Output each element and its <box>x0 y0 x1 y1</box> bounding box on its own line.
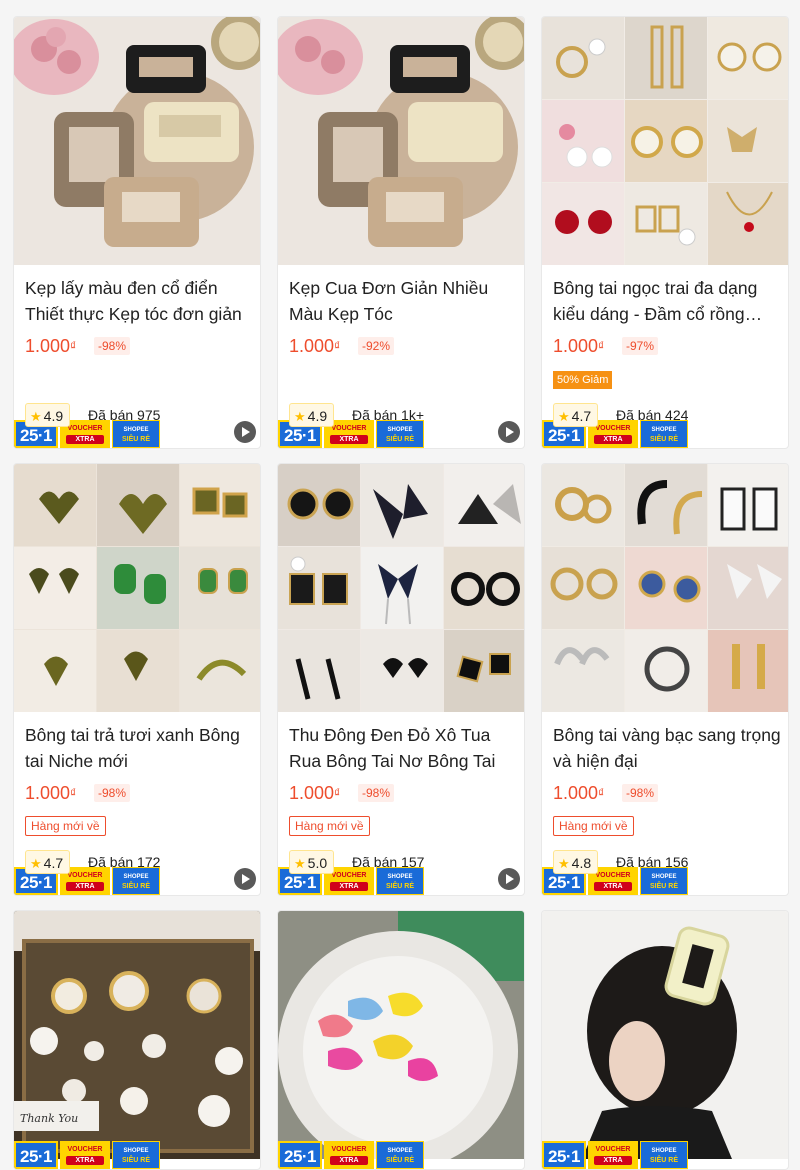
sold-count: Đã bán 424 <box>616 407 689 423</box>
rating-badge: ★ 4.7 <box>553 403 599 427</box>
product-image[interactable] <box>542 911 788 1159</box>
product-price: 1.000₫ <box>25 783 77 803</box>
product-image[interactable] <box>542 464 788 712</box>
product-title[interactable]: Thu Đông Đen Đỏ Xô Tua Rua Bông Tai Nơ B… <box>289 722 517 774</box>
discount-badge: -97% <box>622 337 659 355</box>
promo-badges: 25·1 VOUCHER XTRA SHOPEE SIÊU RẺ <box>278 1139 524 1169</box>
product-image[interactable] <box>278 464 524 712</box>
star-icon: ★ <box>294 856 306 871</box>
discount-badge: -98% <box>622 784 659 802</box>
product-title[interactable]: Bông tai vàng bạc sang trọng và hiện đại <box>553 722 781 774</box>
product-price: 1.000₫ <box>289 783 341 803</box>
product-image[interactable] <box>14 17 260 265</box>
product-card[interactable]: 25·1 VOUCHER XTRA SHOPEE SIÊU RẺ <box>541 910 789 1170</box>
campaign-badge: 25·1 <box>14 1141 58 1169</box>
thank-you-note: Thank You <box>20 1112 78 1125</box>
rating-badge: ★ 4.9 <box>289 403 335 427</box>
star-icon: ★ <box>558 856 570 871</box>
product-title[interactable]: Bông tai trả tươi xanh Bông tai Niche mớ… <box>25 722 253 774</box>
sold-count: Đã bán 1k+ <box>352 407 424 423</box>
voucher-xtra-badge: VOUCHER XTRA <box>324 1141 374 1169</box>
product-card[interactable]: Thank You 25·1 VOUCHER XTRA SHOPEE SIÊU RẺ <box>13 910 261 1170</box>
play-video-icon[interactable] <box>234 868 256 890</box>
star-icon: ★ <box>30 856 42 871</box>
voucher-xtra-badge: VOUCHER XTRA <box>588 1141 638 1169</box>
sold-count: Đã bán 156 <box>616 854 689 870</box>
star-icon: ★ <box>294 409 306 424</box>
play-video-icon[interactable] <box>234 421 256 443</box>
product-card[interactable]: 25·1 VOUCHER XTRA SHOPEE SIÊU RẺ <box>277 910 525 1170</box>
campaign-badge: 25·1 <box>278 1141 322 1169</box>
rating-badge: ★ 4.8 <box>553 850 599 874</box>
product-price: 1.000₫ <box>553 336 605 356</box>
product-grid: 25·1 VOUCHER XTRA SHOPEE SIÊU RẺ Kẹp lấy m… <box>0 0 800 1170</box>
discount-badge: -92% <box>358 337 395 355</box>
promo-badges: 25·1 VOUCHER XTRA SHOPEE SIÊU RẺ <box>542 1139 788 1169</box>
sold-count: Đã bán 157 <box>352 854 425 870</box>
product-title[interactable]: Kẹp lấy màu đen cổ điển Thiết thực Kẹp t… <box>25 275 253 327</box>
new-arrival-tag: Hàng mới về <box>553 816 634 836</box>
product-image[interactable] <box>14 464 260 712</box>
new-arrival-tag: Hàng mới về <box>289 816 370 836</box>
product-card[interactable]: 25·1 VOUCHER XTRA SHOPEE SIÊU RẺ Kẹp Cua Đ… <box>277 16 525 449</box>
new-arrival-tag: Hàng mới về <box>25 816 106 836</box>
product-card[interactable]: 25·1 VOUCHER XTRA SHOPEE SIÊU RẺ Bông tai … <box>13 463 261 896</box>
product-image[interactable] <box>278 911 524 1159</box>
rating-badge: ★ 5.0 <box>289 850 335 874</box>
voucher-xtra-badge: VOUCHER XTRA <box>60 1141 110 1169</box>
rating-badge: ★ 4.9 <box>25 403 71 427</box>
shopee-sieu-re-badge: SHOPEE SIÊU RẺ <box>376 1141 424 1169</box>
product-image[interactable]: Thank You <box>14 911 260 1159</box>
product-title[interactable]: Kẹp Cua Đơn Giản Nhiều Màu Kẹp Tóc <box>289 275 517 327</box>
sold-count: Đã bán 172 <box>88 854 161 870</box>
rating-badge: ★ 4.7 <box>25 850 71 874</box>
campaign-badge: 25·1 <box>542 1141 586 1169</box>
product-image[interactable] <box>542 17 788 265</box>
star-icon: ★ <box>30 409 42 424</box>
product-title[interactable]: Bông tai ngọc trai đa dạng kiểu dáng - Đ… <box>553 275 781 327</box>
shopee-sieu-re-badge: SHOPEE SIÊU RẺ <box>640 1141 688 1169</box>
discount-badge: -98% <box>358 784 395 802</box>
discount-badge: -98% <box>94 337 131 355</box>
sold-count: Đã bán 975 <box>88 407 161 423</box>
product-price: 1.000₫ <box>25 336 77 356</box>
play-video-icon[interactable] <box>498 421 520 443</box>
product-card[interactable]: 25·1 VOUCHER XTRA SHOPEE SIÊU RẺ Kẹp lấy m… <box>13 16 261 449</box>
product-card[interactable]: 25·1 VOUCHER XTRA SHOPEE SIÊU RẺ Thu Đông … <box>277 463 525 896</box>
play-video-icon[interactable] <box>498 868 520 890</box>
sale-tag: 50% Giảm <box>553 371 613 389</box>
product-card[interactable]: 25·1 VOUCHER XTRA SHOPEE SIÊU RẺ Bông tai … <box>541 16 789 449</box>
shopee-sieu-re-badge: SHOPEE SIÊU RẺ <box>112 1141 160 1169</box>
star-icon: ★ <box>558 409 570 424</box>
discount-badge: -98% <box>94 784 131 802</box>
product-card[interactable]: 25·1 VOUCHER XTRA SHOPEE SIÊU RẺ Bông tai … <box>541 463 789 896</box>
promo-badges: 25·1 VOUCHER XTRA SHOPEE SIÊU RẺ <box>14 1139 260 1169</box>
product-image[interactable] <box>278 17 524 265</box>
product-price: 1.000₫ <box>289 336 341 356</box>
product-price: 1.000₫ <box>553 783 605 803</box>
